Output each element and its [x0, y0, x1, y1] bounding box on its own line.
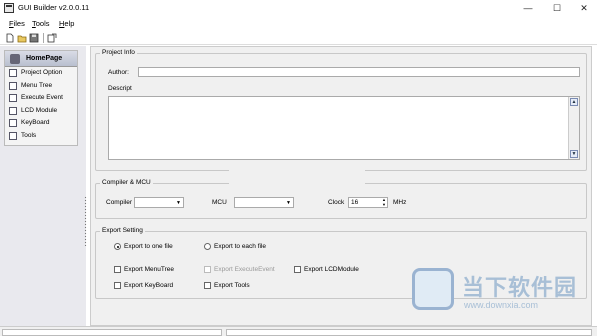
compiler-select[interactable]: ▼: [134, 197, 184, 208]
tools-icon: [9, 131, 17, 140]
minimize-button[interactable]: —: [514, 1, 542, 15]
descript-label: Descript: [108, 85, 132, 92]
sidebar-item-label: Execute Event: [21, 94, 63, 101]
app-icon: [4, 3, 14, 13]
sidebar-item-tools[interactable]: Tools: [5, 130, 77, 143]
save-icon[interactable]: [29, 33, 39, 43]
compiler-mcu-title: Compiler & MCU: [100, 179, 153, 186]
scroll-down-icon[interactable]: ▼: [570, 150, 578, 158]
sidebar-item-lcd-module[interactable]: LCD Module: [5, 105, 77, 118]
mcu-label: MCU: [212, 199, 227, 206]
left-panel: HomePage Project Option Menu Tree Execut…: [0, 46, 87, 326]
sidebar-item-label: KeyBoard: [21, 119, 50, 126]
splitter-handle[interactable]: [84, 196, 87, 246]
descript-field[interactable]: ▲ ▼: [108, 96, 580, 160]
export-icon[interactable]: [47, 33, 57, 43]
descript-scrollbar[interactable]: ▲ ▼: [568, 97, 579, 159]
project-info-title: Project Info: [100, 49, 137, 56]
export-setting-title: Export Setting: [100, 227, 145, 234]
new-file-icon[interactable]: [5, 33, 15, 43]
chevron-down-icon: ▼: [176, 200, 181, 206]
radio-export-one-file[interactable]: [114, 243, 121, 250]
menu-tools[interactable]: Tools: [32, 19, 50, 28]
mcu-select[interactable]: ▼: [234, 197, 294, 208]
status-bar: [0, 326, 597, 336]
window-title: GUI Builder v2.0.0.11: [18, 3, 90, 12]
sidebar-item-label: Tools: [21, 131, 37, 139]
menu-tree-icon: [9, 81, 17, 90]
maximize-button[interactable]: ☐: [543, 1, 571, 15]
author-field[interactable]: [138, 67, 580, 77]
watermark-logo-icon: [412, 268, 454, 310]
execute-event-icon: [9, 94, 17, 102]
checkbox-export-lcdmodule[interactable]: [294, 266, 301, 273]
checkbox-export-tools[interactable]: [204, 282, 211, 289]
checkbox-export-executeevent[interactable]: [204, 266, 211, 273]
chevron-down-icon: ▼: [286, 200, 291, 206]
watermark-url: www.downxia.com: [464, 300, 539, 310]
scroll-up-icon[interactable]: ▲: [570, 98, 578, 106]
sidebar: HomePage Project Option Menu Tree Execut…: [4, 50, 78, 146]
sidebar-item-menu-tree[interactable]: Menu Tree: [5, 80, 77, 93]
watermark: 当下软件园 www.downxia.com: [412, 264, 592, 318]
compiler-label: Compiler: [106, 199, 133, 206]
lcd-module-icon: [9, 106, 17, 115]
checkbox-export-keyboard-label: Export KeyBoard: [124, 282, 174, 289]
toolbar-separator: [43, 33, 44, 43]
sidebar-header-label: HomePage: [26, 55, 63, 62]
open-folder-icon[interactable]: [17, 33, 27, 43]
checkbox-export-executeevent-label: Export ExecuteEvent: [214, 266, 275, 273]
menu-help[interactable]: Help: [59, 19, 74, 28]
clock-spinner[interactable]: 16 ▲ ▼: [348, 197, 388, 208]
sidebar-item-label: Menu Tree: [21, 81, 53, 89]
compiler-mcu-group: Compiler & MCU Compiler ▼ MCU ▼ Clock 16…: [95, 179, 587, 219]
homepage-icon: [10, 54, 20, 64]
checkbox-export-tools-label: Export Tools: [214, 282, 250, 289]
sidebar-item-keyboard[interactable]: KeyBoard: [5, 117, 77, 130]
group-gap: [229, 169, 365, 185]
checkbox-export-lcdmodule-label: Export LCDModule: [304, 266, 359, 273]
sidebar-header[interactable]: HomePage: [5, 51, 77, 67]
checkbox-export-menutree[interactable]: [114, 266, 121, 273]
close-button[interactable]: ✕: [570, 1, 597, 15]
radio-export-each-file-label: Export to each file: [214, 243, 267, 250]
spinner-arrows-icon[interactable]: ▲ ▼: [382, 197, 386, 207]
clock-label: Clock: [328, 199, 345, 206]
project-info-group: Project Info Author: Descript ▲ ▼: [95, 49, 587, 171]
clock-unit: MHz: [393, 199, 407, 206]
menu-files[interactable]: Files: [9, 19, 25, 28]
toolbar: [0, 31, 597, 45]
sidebar-item-execute-event[interactable]: Execute Event: [5, 92, 77, 105]
status-pane-left: [2, 329, 222, 336]
watermark-text: 当下软件园: [462, 275, 578, 300]
checkbox-export-menutree-label: Export MenuTree: [124, 266, 174, 273]
sidebar-item-label: Project Option: [21, 69, 63, 76]
keyboard-icon: [9, 119, 17, 127]
checkbox-export-keyboard[interactable]: [114, 282, 121, 289]
project-option-icon: [9, 69, 17, 77]
title-bar: GUI Builder v2.0.0.11 — ☐ ✕: [0, 0, 597, 17]
sidebar-item-label: LCD Module: [21, 106, 58, 114]
radio-export-one-file-label: Export to one file: [124, 243, 173, 250]
menu-bar: Files Tools Help: [0, 18, 597, 30]
radio-export-each-file[interactable]: [204, 243, 211, 250]
status-pane-right: [226, 329, 592, 336]
sidebar-item-project-option[interactable]: Project Option: [5, 67, 77, 80]
author-label: Author:: [108, 69, 129, 76]
clock-value: 16: [351, 199, 359, 206]
